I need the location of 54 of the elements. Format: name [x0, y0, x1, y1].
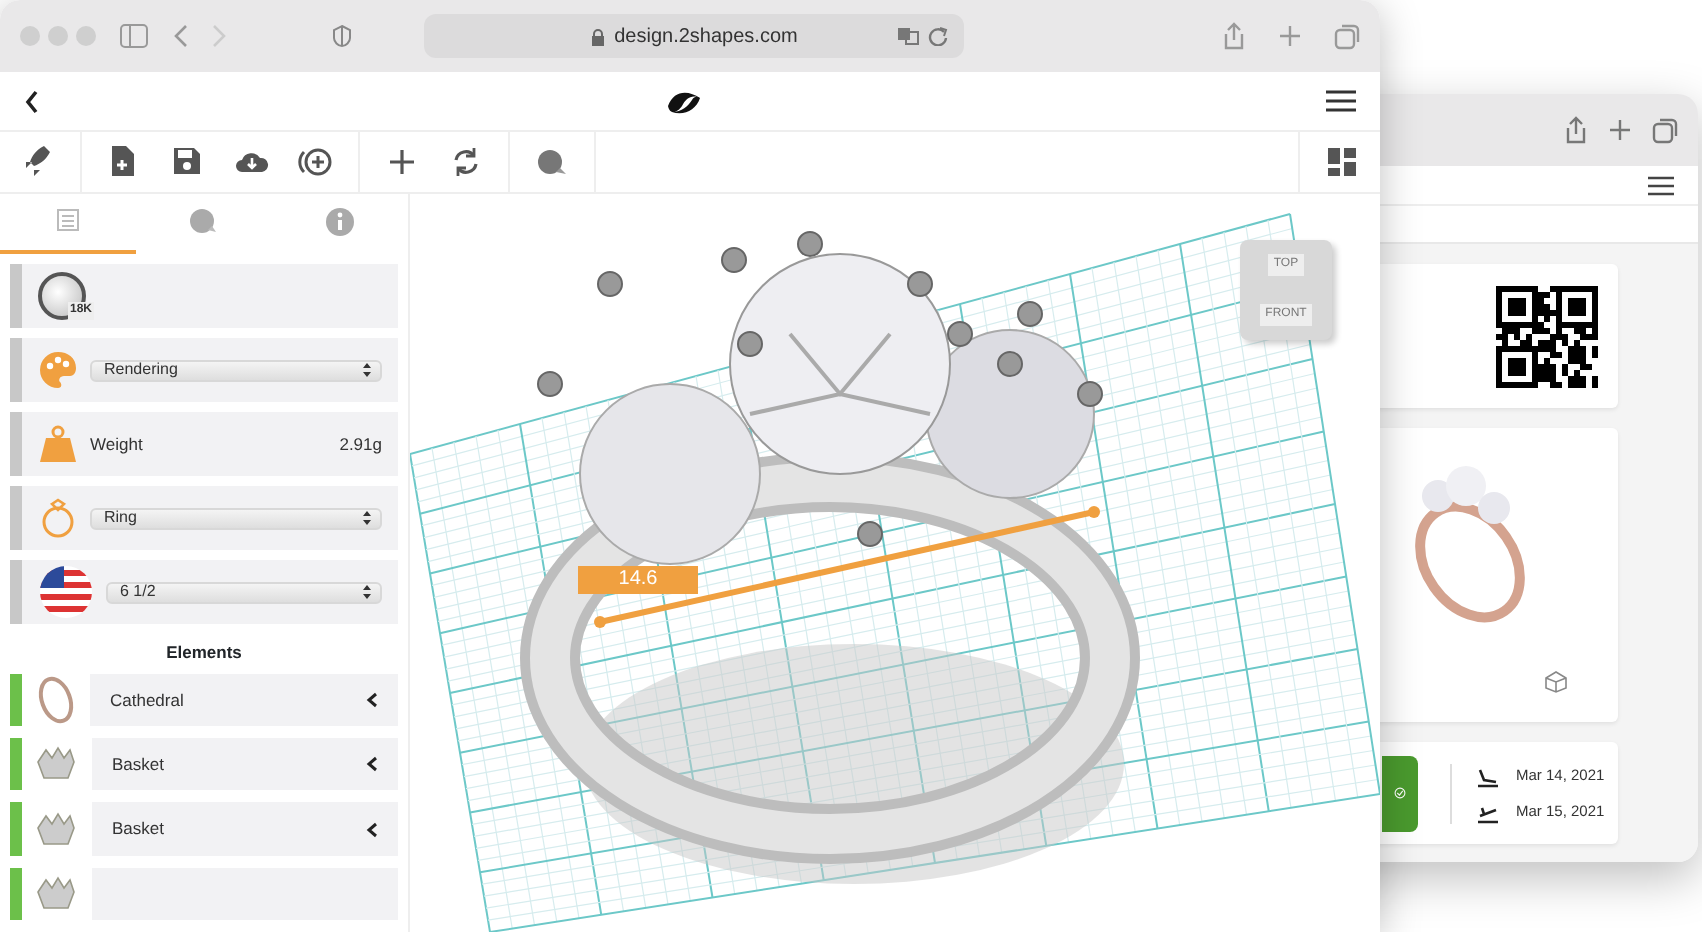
- element-row[interactable]: Cathedral: [90, 673, 398, 727]
- qr-code: [1496, 285, 1598, 387]
- tabs-icon[interactable]: [1334, 23, 1360, 49]
- weight-icon: [38, 424, 78, 464]
- shield-icon: [332, 24, 352, 48]
- select-field[interactable]: 6 1/2: [106, 581, 382, 603]
- tabs-icon[interactable]: [1652, 117, 1678, 143]
- updown-icon: [362, 584, 372, 600]
- element-row[interactable]: Basket: [92, 738, 398, 791]
- flag-icon: [38, 564, 94, 620]
- confirm-button[interactable]: [1382, 755, 1418, 831]
- info-icon: [324, 206, 356, 238]
- property-value: 2.91g: [339, 431, 382, 457]
- menu-icon[interactable]: [1326, 90, 1356, 112]
- add-circle-icon[interactable]: [298, 144, 334, 180]
- property-label: Weight: [90, 431, 145, 457]
- status-bar: [10, 802, 22, 856]
- palette-icon: [38, 350, 78, 390]
- sidebar-icon[interactable]: [120, 24, 148, 48]
- logo-icon[interactable]: [663, 87, 703, 115]
- section-heading: Elements: [164, 640, 244, 666]
- lock-icon: [590, 27, 607, 45]
- chevron-icon: [366, 691, 378, 708]
- status-bar: [10, 867, 22, 920]
- status-bar: [10, 673, 22, 727]
- band-thumbnail: [36, 673, 76, 726]
- menu-icon[interactable]: [1648, 175, 1674, 195]
- chevron-icon: [366, 821, 378, 838]
- setting-thumbnail: [36, 746, 78, 783]
- back-icon[interactable]: [24, 89, 40, 113]
- updown-icon: [362, 510, 372, 526]
- reload-icon[interactable]: [928, 26, 948, 46]
- setting-thumbnail: [36, 811, 78, 848]
- share-icon[interactable]: [1222, 22, 1246, 50]
- plus-icon[interactable]: [384, 144, 420, 180]
- status-bar: [10, 738, 22, 791]
- select-field[interactable]: Rendering: [90, 359, 382, 381]
- cube-icon[interactable]: [1544, 670, 1568, 694]
- element-row[interactable]: Basket: [92, 802, 398, 856]
- sidebar-tab[interactable]: [0, 194, 136, 254]
- plus-icon[interactable]: [1608, 118, 1632, 142]
- check-icon: [1394, 782, 1406, 804]
- address-bar[interactable]: design.2shapes.com: [424, 14, 964, 58]
- save-icon[interactable]: [170, 144, 206, 180]
- translate-icon[interactable]: [898, 26, 920, 46]
- share-icon[interactable]: [1564, 116, 1588, 144]
- ring-icon: [38, 498, 78, 538]
- ring-drawing[interactable]: [520, 231, 1140, 884]
- measurement-label: 14.6: [578, 566, 698, 594]
- chevron-icon: [366, 756, 378, 773]
- updown-icon: [362, 362, 372, 378]
- dashboard-icon[interactable]: [1324, 144, 1360, 180]
- select-field[interactable]: Ring: [90, 507, 382, 529]
- setting-thumbnail: [36, 875, 78, 912]
